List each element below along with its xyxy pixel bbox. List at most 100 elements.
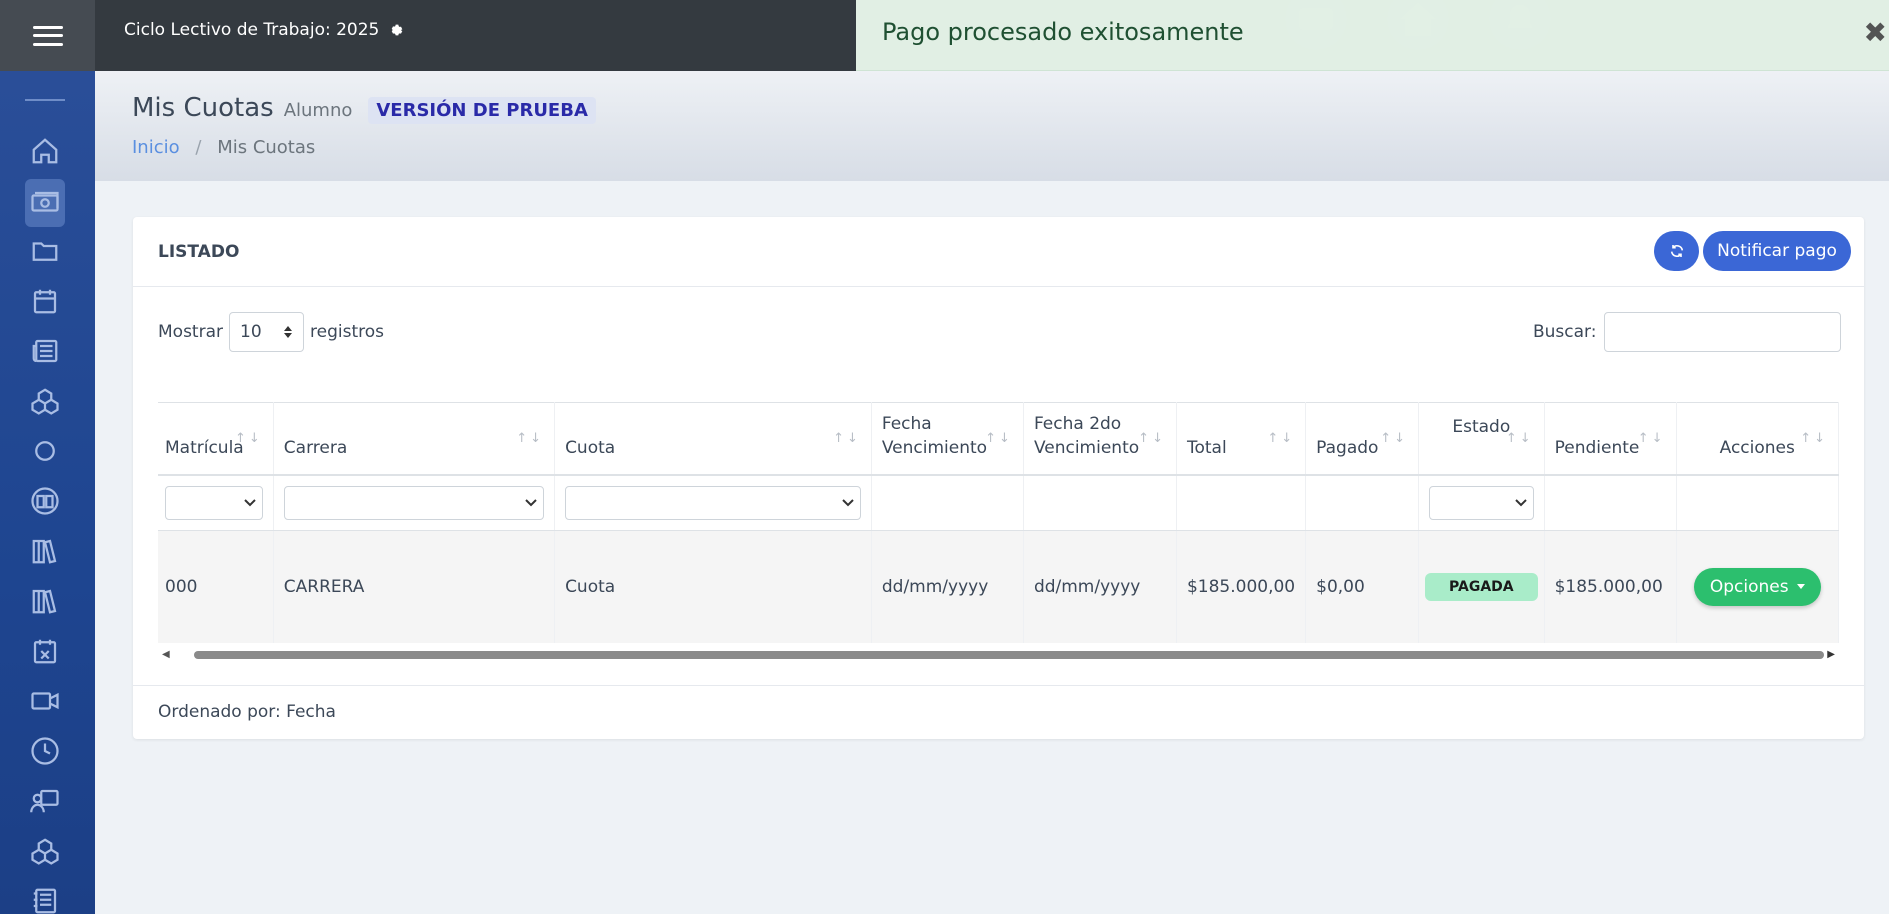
cell-acciones: Opciones	[1676, 530, 1839, 643]
sort-icon: ↑↓	[1505, 431, 1534, 446]
column-label-line1: Fecha 2do	[1033, 413, 1122, 434]
column-header-acciones[interactable]: Acciones ↑↓	[1676, 402, 1839, 476]
status-badge: PAGADA	[1425, 572, 1538, 601]
notify-payment-button[interactable]: Notificar pago	[1703, 231, 1851, 271]
cell-fecha-2do-vencimiento: dd/mm/yyyy	[1023, 530, 1177, 643]
sidebar-item-notebook[interactable]	[25, 881, 65, 914]
page-length-value: 10	[240, 322, 262, 342]
cuotas-table: Matrícula ↑↓ Carrera ↑↓ Cuota ↑↓ Fecha Venci…	[158, 402, 1839, 643]
table-row: 000 CARRERA Cuota dd/mm/yyyy dd/mm/yyyy …	[158, 530, 1839, 643]
sort-icon: ↑↓	[516, 431, 545, 446]
column-header-carrera[interactable]: Carrera ↑↓	[273, 402, 556, 476]
cell-fecha-vencimiento: dd/mm/yyyy	[871, 530, 1024, 643]
cell-pagado: $0,00	[1305, 530, 1420, 643]
sidebar-item-cuotas[interactable]	[25, 179, 65, 227]
column-header-fecha-vencimiento[interactable]: Fecha Vencimiento ↑↓	[871, 402, 1024, 476]
scrollbar-thumb[interactable]	[194, 651, 1824, 659]
menu-toggle-button[interactable]	[0, 0, 95, 71]
sidebar-item-video[interactable]	[25, 681, 65, 721]
filter-row	[158, 474, 1839, 531]
column-header-estado[interactable]: Estado ↑↓	[1418, 402, 1545, 476]
sidebar-item-library-2[interactable]	[25, 581, 65, 621]
folder-icon	[32, 242, 58, 261]
sidebar-item-folder[interactable]	[25, 231, 65, 271]
column-label: Pagado	[1316, 437, 1379, 458]
filter-empty	[1676, 474, 1839, 531]
page-length-select[interactable]: 10	[229, 312, 304, 352]
close-icon[interactable]: ✖	[1864, 16, 1887, 49]
chevron-down-icon	[1514, 499, 1527, 507]
sidebar-item-library[interactable]	[25, 531, 65, 571]
cell-matricula: 000	[158, 530, 274, 643]
sort-icon: ↑↓	[1138, 431, 1166, 446]
books-alt-icon	[32, 589, 57, 614]
scroll-right-icon[interactable]: ▶	[1827, 649, 1835, 660]
notebook-icon	[33, 888, 57, 914]
page-title-group: Mis Cuotas Alumno VERSIÓN DE PRUEBA	[132, 93, 596, 124]
sidebar-item-modules-2[interactable]	[25, 831, 65, 871]
sidebar-item-circle[interactable]	[25, 431, 65, 471]
hamburger-icon	[32, 25, 63, 46]
filter-empty	[1023, 474, 1177, 531]
sort-icon: ↑↓	[1637, 431, 1666, 446]
options-dropdown-button[interactable]: Opciones	[1693, 567, 1821, 606]
sidebar-item-teacher[interactable]	[25, 781, 65, 821]
sidebar-item-calendar[interactable]	[25, 281, 65, 321]
sidebar-item-modules[interactable]	[25, 381, 65, 421]
cycle-label: Ciclo Lectivo de Trabajo: 2025	[124, 20, 380, 40]
sidebar-item-schedule[interactable]	[25, 731, 65, 771]
sidebar-item-absences[interactable]	[25, 631, 65, 671]
page-header: Mis Cuotas Alumno VERSIÓN DE PRUEBA Inic…	[95, 71, 1889, 181]
filter-cuota-select[interactable]	[565, 485, 861, 520]
column-header-cuota[interactable]: Cuota ↑↓	[554, 402, 872, 476]
card-title: LISTADO	[158, 242, 240, 262]
page-title: Mis Cuotas	[132, 93, 274, 123]
refresh-button[interactable]	[1654, 231, 1699, 271]
column-label: Acciones	[1719, 437, 1795, 458]
column-header-fecha-2do-vencimiento[interactable]: Fecha 2do Vencimiento ↑↓	[1023, 402, 1177, 476]
options-label: Opciones	[1709, 576, 1789, 597]
toast-message: Pago procesado exitosamente	[882, 18, 1244, 46]
column-label: Total	[1186, 437, 1227, 458]
card-header: LISTADO Notificar pago	[133, 217, 1864, 287]
filter-empty	[1305, 474, 1420, 531]
column-label-line1: Fecha	[881, 413, 932, 434]
cycle-selector[interactable]: Ciclo Lectivo de Trabajo: 2025	[124, 20, 403, 40]
chevron-down-icon	[525, 499, 537, 507]
filter-empty	[1176, 474, 1307, 531]
sidebar-item-news[interactable]	[25, 331, 65, 371]
search-control: Buscar:	[1533, 312, 1842, 352]
refresh-icon	[1670, 245, 1683, 257]
scroll-left-icon[interactable]: ◀	[162, 649, 170, 660]
books-icon	[32, 539, 57, 564]
cell-carrera: CARRERA	[273, 530, 556, 643]
sidebar-item-home[interactable]	[25, 131, 65, 171]
breadcrumb-home-link[interactable]: Inicio	[132, 137, 180, 158]
sort-icon: ↑↓	[833, 431, 861, 446]
gear-icon	[392, 24, 403, 36]
video-icon	[31, 692, 59, 710]
filter-empty	[871, 474, 1024, 531]
sidebar-divider	[25, 99, 65, 101]
column-header-total[interactable]: Total ↑↓	[1176, 402, 1307, 476]
horizontal-scrollbar[interactable]: ◀ ▶	[158, 647, 1839, 663]
filter-carrera-select[interactable]	[283, 485, 545, 520]
cell-total: $185.000,00	[1176, 530, 1307, 643]
cell-cuota: Cuota	[554, 530, 872, 643]
column-header-pagado[interactable]: Pagado ↑↓	[1305, 402, 1420, 476]
filter-matricula-select[interactable]	[165, 485, 263, 520]
trial-version-badge: VERSIÓN DE PRUEBA	[368, 97, 596, 124]
column-label: Pendiente	[1554, 437, 1640, 458]
sidebar	[0, 71, 95, 914]
search-input[interactable]	[1604, 312, 1842, 352]
sort-icon: ↑↓	[1800, 431, 1828, 446]
teacher-icon	[30, 789, 59, 813]
breadcrumb-current: Mis Cuotas	[217, 137, 316, 158]
column-label-line2: Vencimiento	[1033, 437, 1140, 458]
card-footer: Ordenado por: Fecha	[133, 685, 1864, 739]
column-header-matricula[interactable]: Matrícula ↑↓	[158, 402, 274, 476]
filter-estado-select[interactable]	[1429, 485, 1534, 520]
sidebar-item-book[interactable]	[25, 481, 65, 521]
sort-order-label: Ordenado por: Fecha	[158, 702, 336, 722]
column-header-pendiente[interactable]: Pendiente ↑↓	[1544, 402, 1677, 476]
